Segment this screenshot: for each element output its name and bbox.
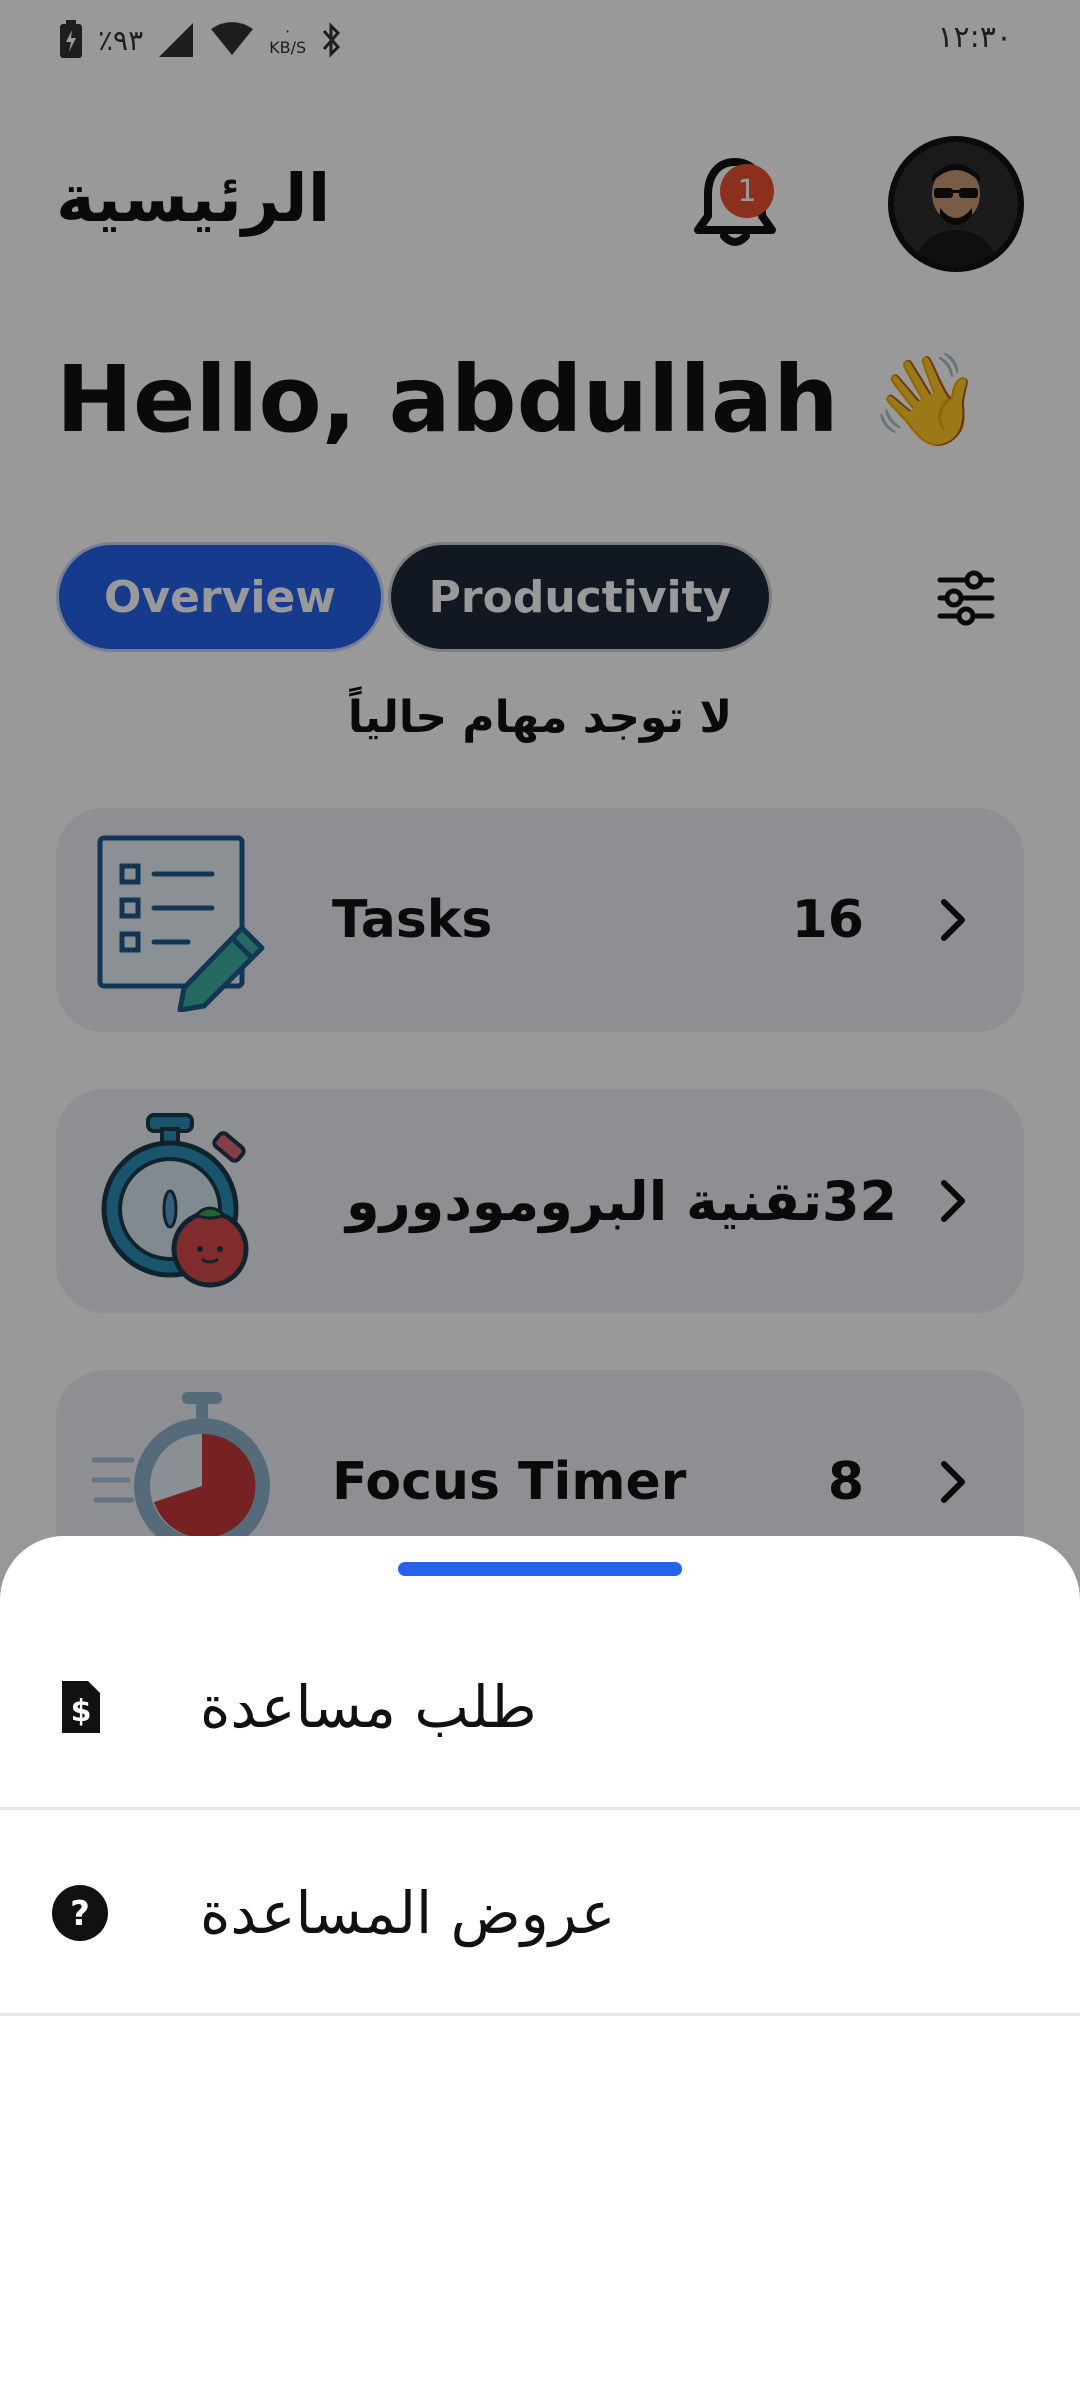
- sheet-item-label: طلب مساعدة: [200, 1673, 537, 1741]
- svg-text:$: $: [71, 1694, 92, 1729]
- sheet-item-help-offers[interactable]: ? عروض المساعدة: [0, 1810, 1080, 2016]
- sheet-item-request-help[interactable]: $ طلب مساعدة: [0, 1604, 1080, 1810]
- dollar-document-icon: $: [62, 1681, 100, 1733]
- help-bottom-sheet: $ طلب مساعدة ? عروض المساعدة: [0, 1536, 1080, 2400]
- svg-text:?: ?: [70, 1894, 90, 1934]
- question-circle-icon: ?: [52, 1885, 108, 1941]
- sheet-item-label: عروض المساعدة: [200, 1879, 616, 1947]
- sheet-drag-handle[interactable]: [398, 1562, 682, 1576]
